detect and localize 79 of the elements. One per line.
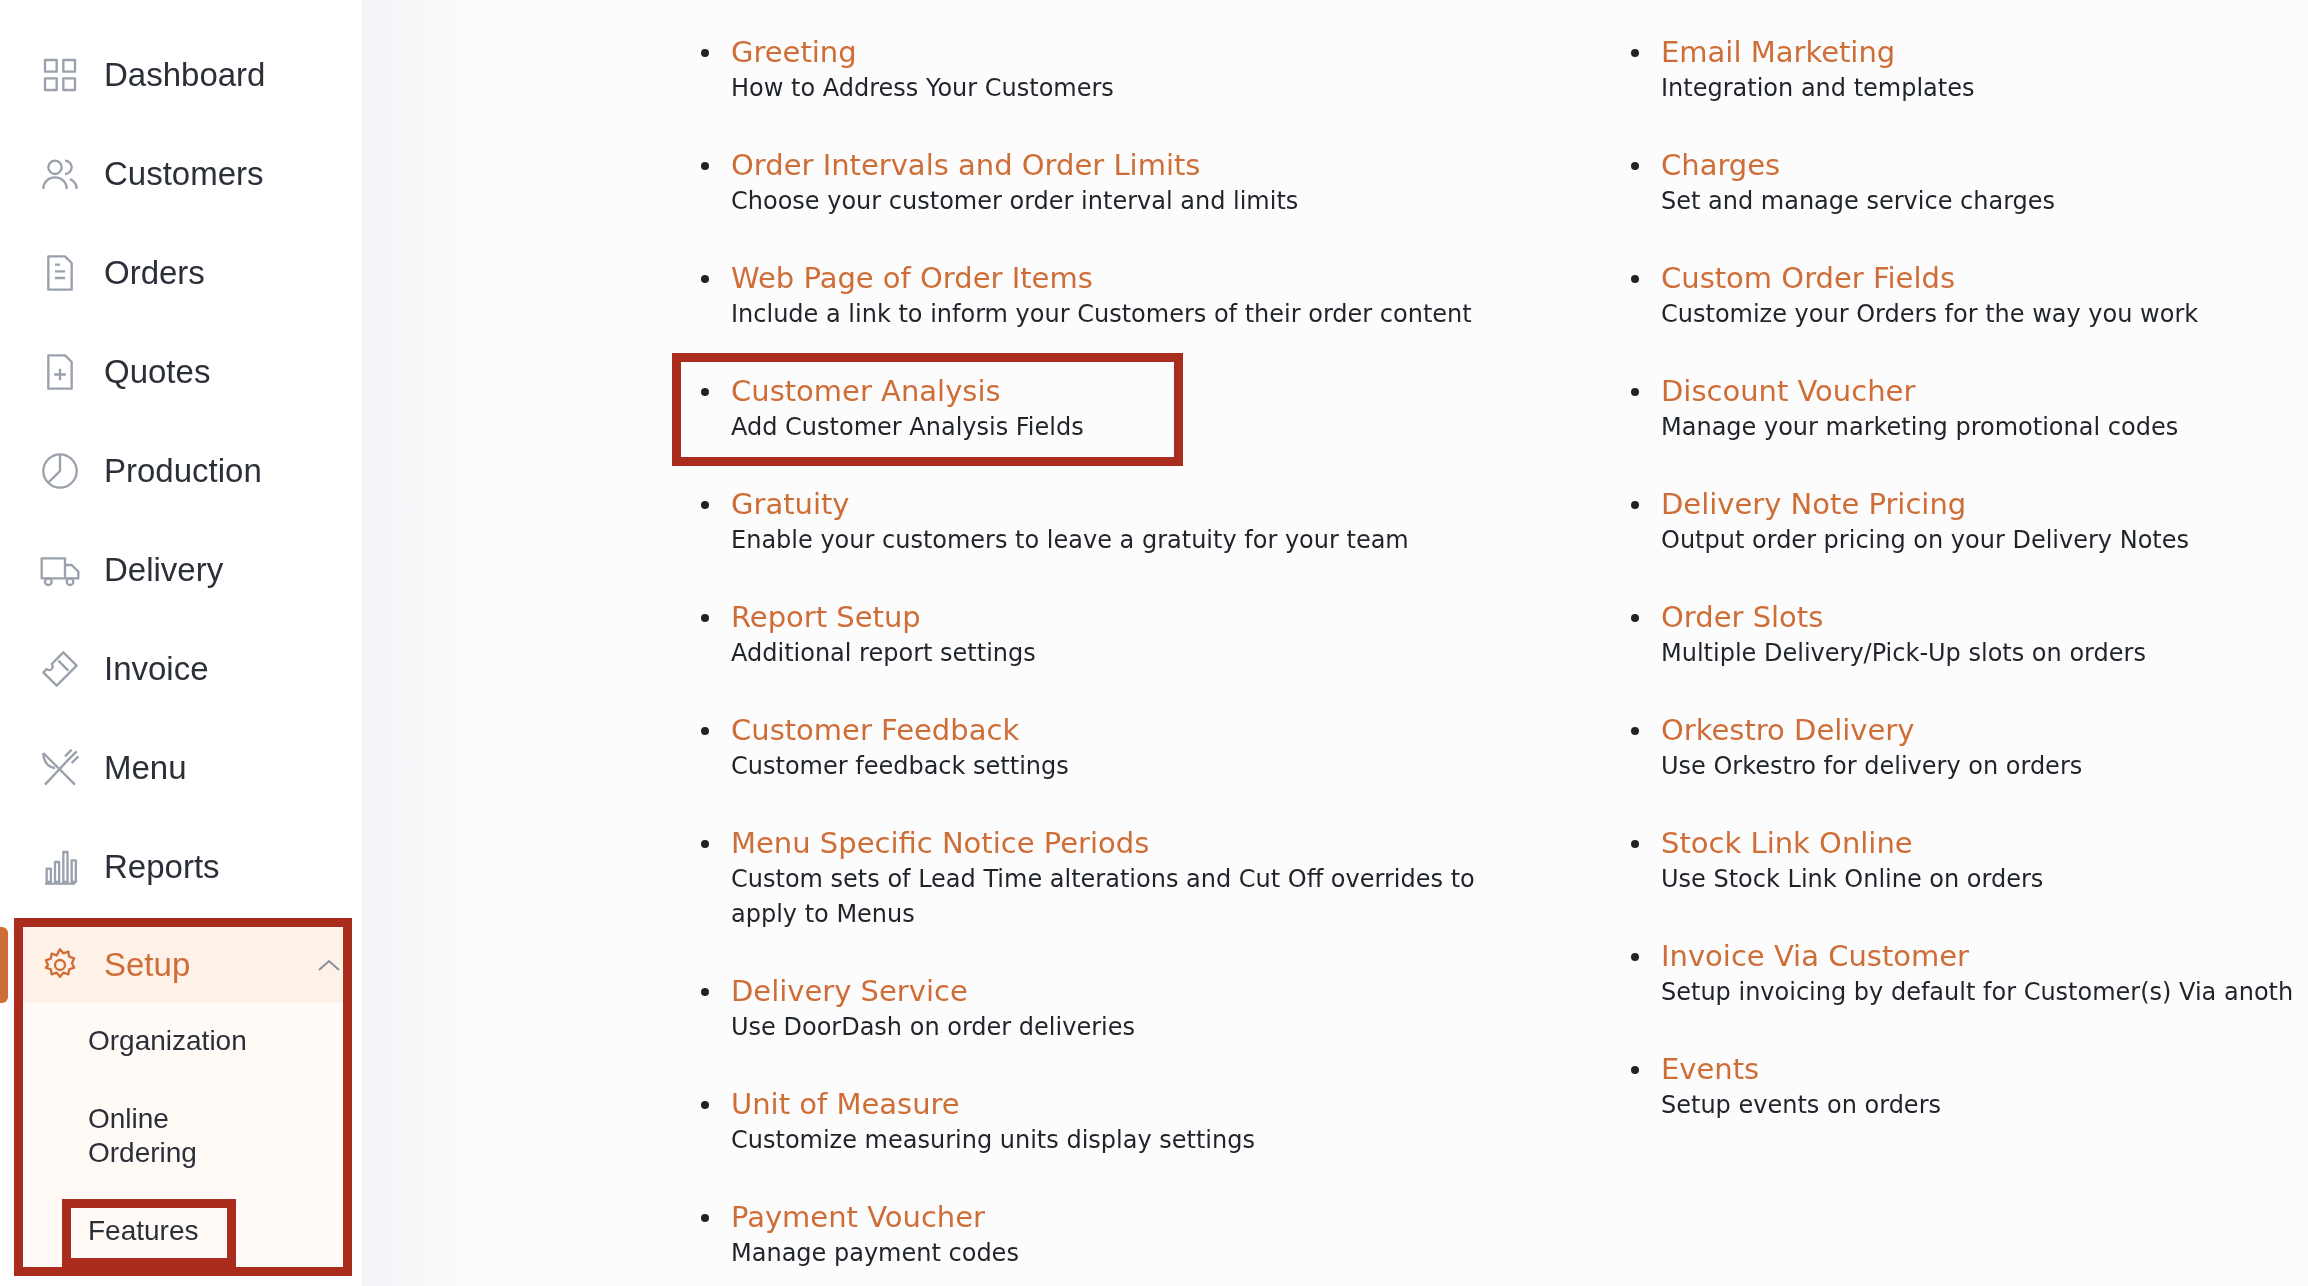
feature-description: Manage your marketing promotional codes [1661, 412, 2179, 443]
feature-description: Enable your customers to leave a gratuity for your team [731, 525, 1409, 556]
bullet-icon [701, 727, 709, 735]
feature-description: Setup invoicing by default for Customer(s) Via anoth [1661, 977, 2294, 1008]
feature-description: Customize measuring units display settings [731, 1125, 1255, 1156]
sidebar-item[interactable]: Orders [0, 223, 362, 322]
feature-description: Customize your Orders for the way you work [1661, 299, 2199, 330]
feature-description: How to Address Your Customers [731, 73, 1114, 104]
feature-link[interactable]: Unit of Measure [731, 1085, 960, 1123]
feature-link[interactable]: Email Marketing [1661, 33, 1896, 71]
feature-link[interactable]: Order Slots [1661, 598, 1824, 636]
feature-description: Use DoorDash on order deliveries [731, 1012, 1135, 1043]
sidebar-item[interactable]: Dashboard [0, 25, 362, 124]
feature-link[interactable]: Order Intervals and Order Limits [731, 146, 1201, 184]
sidebar-item[interactable]: Menu [0, 718, 362, 817]
feature-description: Setup events on orders [1661, 1090, 1941, 1121]
feature-description: Add Customer Analysis Fields [731, 412, 1084, 443]
feature-link[interactable]: Discount Voucher [1661, 372, 1916, 410]
sidebar-item[interactable]: Customers [0, 124, 362, 223]
feature-description: Custom sets of Lead Time alterations and Cut Off overrides to apply to Menus [731, 864, 1476, 930]
bullet-icon [701, 501, 709, 509]
bullet-icon [1631, 49, 1639, 57]
feature-link[interactable]: Gratuity [731, 485, 850, 523]
fork-knife-icon [40, 747, 80, 788]
feature-description: Additional report settings [731, 638, 1036, 669]
sidebar-item[interactable]: Invoice [0, 619, 362, 718]
bullet-icon [701, 1101, 709, 1109]
feature-link[interactable]: Charges [1661, 146, 1781, 184]
feature-description: Integration and templates [1661, 73, 1975, 104]
bullet-icon [1631, 501, 1639, 509]
feature-link[interactable]: Greeting [731, 33, 857, 71]
sidebar-item[interactable]: Quotes [0, 322, 362, 421]
feature-link[interactable]: Report Setup [731, 598, 921, 636]
feature-description: Multiple Delivery/Pick-Up slots on orders [1661, 638, 2146, 669]
chevron-up-icon[interactable] [317, 958, 341, 972]
sidebar-subitem[interactable]: Online Ordering [62, 1087, 272, 1189]
sidebar-subitem[interactable]: Organization [62, 1009, 272, 1077]
feature-description: Set and manage service charges [1661, 186, 2056, 217]
feature-description: Use Orkestro for delivery on orders [1661, 751, 2083, 782]
bullet-icon [701, 1214, 709, 1222]
ticket-icon [40, 648, 80, 689]
feature-link[interactable]: Delivery Note Pricing [1661, 485, 1967, 523]
feature-link[interactable]: Stock Link Online [1661, 824, 1913, 862]
bullet-icon [1631, 388, 1639, 396]
bullet-icon [1631, 1066, 1639, 1074]
feature-description: Customer feedback settings [731, 751, 1069, 782]
bullet-icon [1631, 840, 1639, 848]
feature-link[interactable]: Custom Order Fields [1661, 259, 1955, 297]
feature-description: Use Stock Link Online on orders [1661, 864, 2044, 895]
feature-description: Output order pricing on your Delivery Notes [1661, 525, 2189, 556]
bullet-icon [1631, 727, 1639, 735]
bullet-icon [701, 988, 709, 996]
bullet-icon [1631, 614, 1639, 622]
feature-link[interactable]: Orkestro Delivery [1661, 711, 1915, 749]
feature-link[interactable]: Web Page of Order Items [731, 259, 1093, 297]
bullet-icon [1631, 275, 1639, 283]
feature-description: Include a link to inform your Customers of their order content [731, 299, 1472, 330]
bullet-icon [1631, 162, 1639, 170]
sidebar-item[interactable]: Production [0, 421, 362, 520]
bullet-icon [701, 388, 709, 396]
bullet-icon [1631, 953, 1639, 961]
pie-chart-icon [40, 450, 80, 491]
bullet-icon [701, 840, 709, 848]
sidebar-item[interactable]: Reports [0, 817, 362, 916]
feature-link[interactable]: Customer Analysis [731, 372, 1001, 410]
feature-description: Manage payment codes [731, 1238, 1019, 1269]
feature-link[interactable]: Events [1661, 1050, 1760, 1088]
sidebar-item[interactable]: Delivery [0, 520, 362, 619]
feature-link[interactable]: Customer Feedback [731, 711, 1020, 749]
bullet-icon [701, 162, 709, 170]
bullet-icon [701, 614, 709, 622]
feature-description: Choose your customer order interval and limits [731, 186, 1299, 217]
feature-link[interactable]: Menu Specific Notice Periods [731, 824, 1150, 862]
feature-link[interactable]: Delivery Service [731, 972, 968, 1010]
sidebar-subitem[interactable]: Features [62, 1199, 236, 1267]
feature-link[interactable]: Payment Voucher [731, 1198, 985, 1236]
feature-link[interactable]: Invoice Via Customer [1661, 937, 1969, 975]
bullet-icon [701, 275, 709, 283]
bullet-icon [701, 49, 709, 57]
